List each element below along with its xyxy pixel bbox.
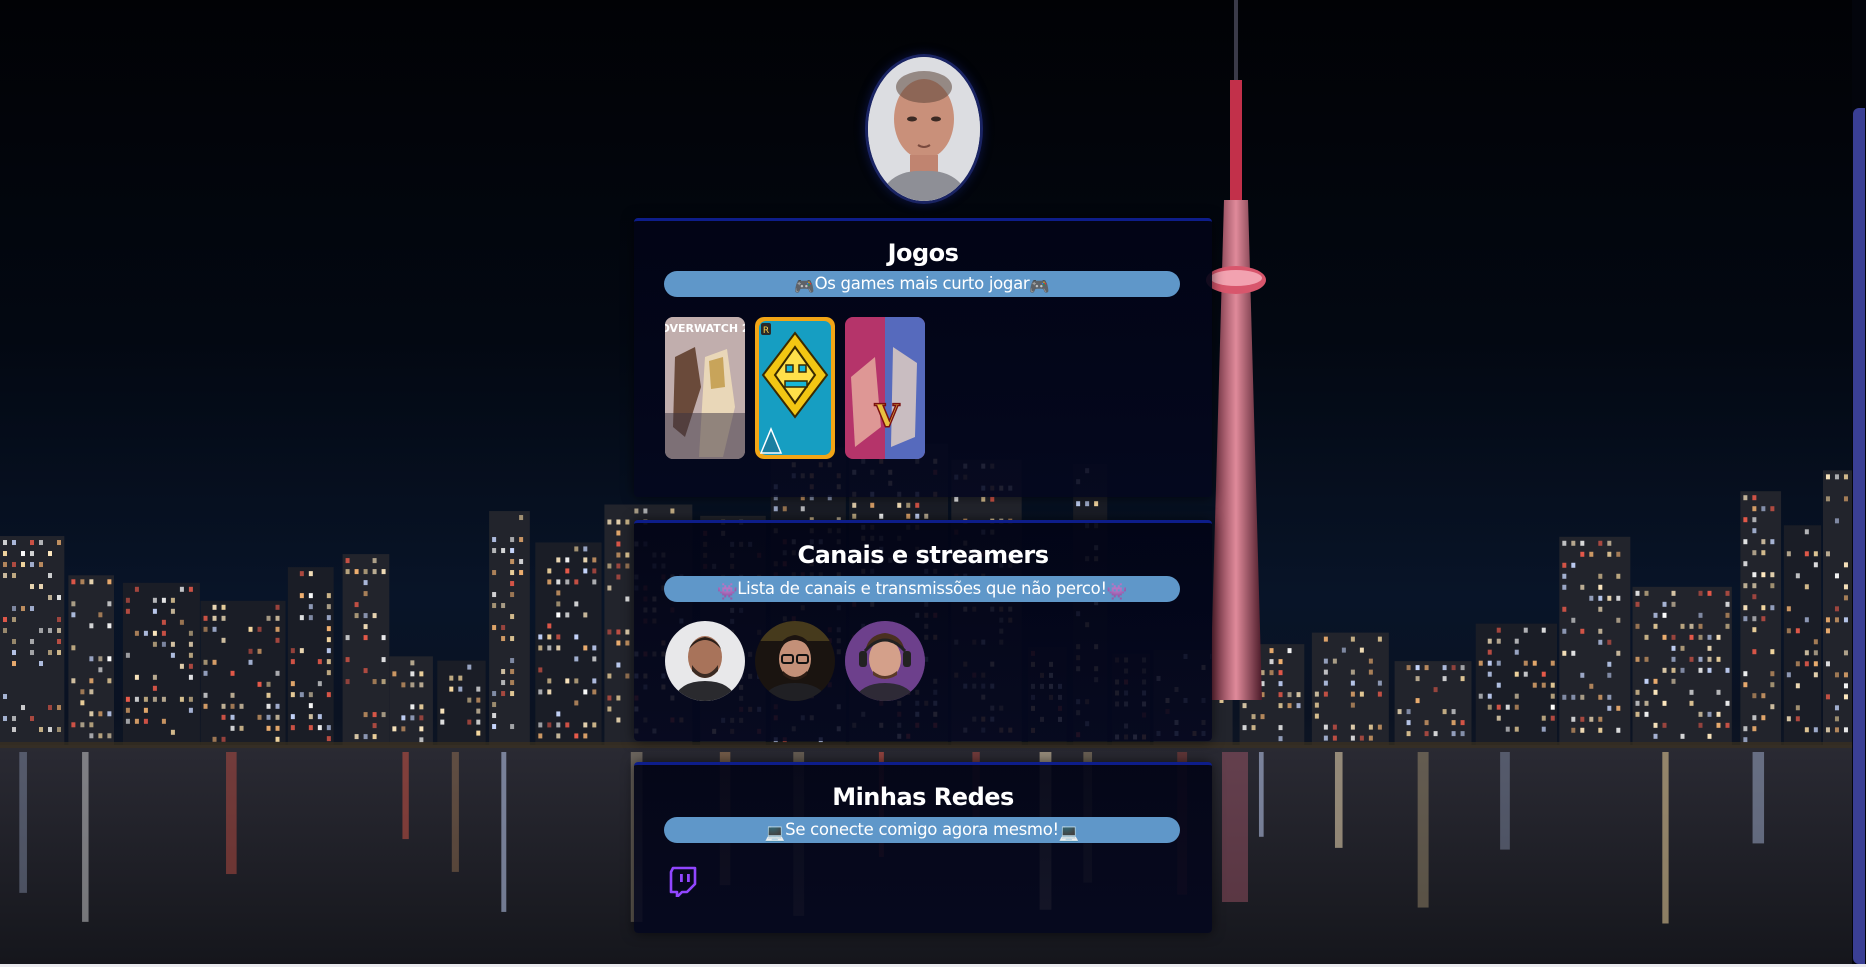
- streamers-section: Canais e streamers 👾Lista de canais e tr…: [634, 520, 1212, 741]
- streamer-2-photo-icon: [755, 621, 835, 701]
- twitch-link[interactable]: [668, 865, 698, 899]
- laptop-icon: 💻: [1058, 823, 1080, 842]
- laptop-icon: 💻: [764, 823, 786, 842]
- streamers-subtitle-pill: 👾Lista de canais e transmissões que não …: [664, 576, 1180, 602]
- streamer-avatar-2[interactable]: [755, 621, 835, 701]
- streamer-avatar-1[interactable]: [665, 621, 745, 701]
- networks-section: Minhas Redes 💻Se conecte comigo agora me…: [634, 762, 1212, 933]
- scrollbar-thumb[interactable]: [1853, 108, 1865, 964]
- games-title: Jogos: [887, 239, 959, 267]
- geometry-dash-cover-icon: R: [755, 317, 835, 459]
- gamepad-icon: 🎮: [794, 277, 815, 296]
- profile-avatar: [865, 54, 983, 204]
- game-card-street-fighter[interactable]: V: [845, 317, 925, 459]
- svg-text:R: R: [763, 326, 769, 336]
- alien-icon: 👾: [1106, 582, 1128, 601]
- networks-subtitle-pill: 💻Se conecte comigo agora mesmo!💻: [664, 817, 1180, 843]
- streamer-1-photo-icon: [665, 621, 745, 701]
- game-card-overwatch[interactable]: OVERWATCH 2: [665, 317, 745, 459]
- overwatch-cover-icon: OVERWATCH 2: [665, 317, 745, 459]
- games-section: Jogos 🎮Os games mais curto jogar🎮 OVERWA…: [634, 218, 1212, 497]
- alien-icon: 👾: [716, 582, 738, 601]
- games-subtitle: Os games mais curto jogar: [814, 274, 1030, 293]
- overwatch-cover-text: OVERWATCH 2: [665, 322, 745, 335]
- streamer-avatar-3[interactable]: [845, 621, 925, 701]
- twitch-icon: [669, 866, 697, 899]
- street-fighter-cover-icon: V: [845, 317, 925, 459]
- profile-photo-icon: [868, 57, 980, 201]
- streamers-title: Canais e streamers: [797, 541, 1049, 569]
- networks-title: Minhas Redes: [832, 783, 1014, 811]
- scrollbar-track[interactable]: [1852, 0, 1866, 964]
- streamer-3-photo-icon: [845, 621, 925, 701]
- game-card-geometry-dash[interactable]: R: [755, 317, 835, 459]
- games-subtitle-pill: 🎮Os games mais curto jogar🎮: [664, 271, 1180, 297]
- networks-subtitle: Se conecte comigo agora mesmo!: [785, 820, 1059, 839]
- streamers-subtitle: Lista de canais e transmissões que não p…: [737, 579, 1107, 598]
- gamepad-icon: 🎮: [1029, 277, 1050, 296]
- tower: [1206, 0, 1266, 700]
- street-fighter-cover-text: V: [874, 397, 901, 435]
